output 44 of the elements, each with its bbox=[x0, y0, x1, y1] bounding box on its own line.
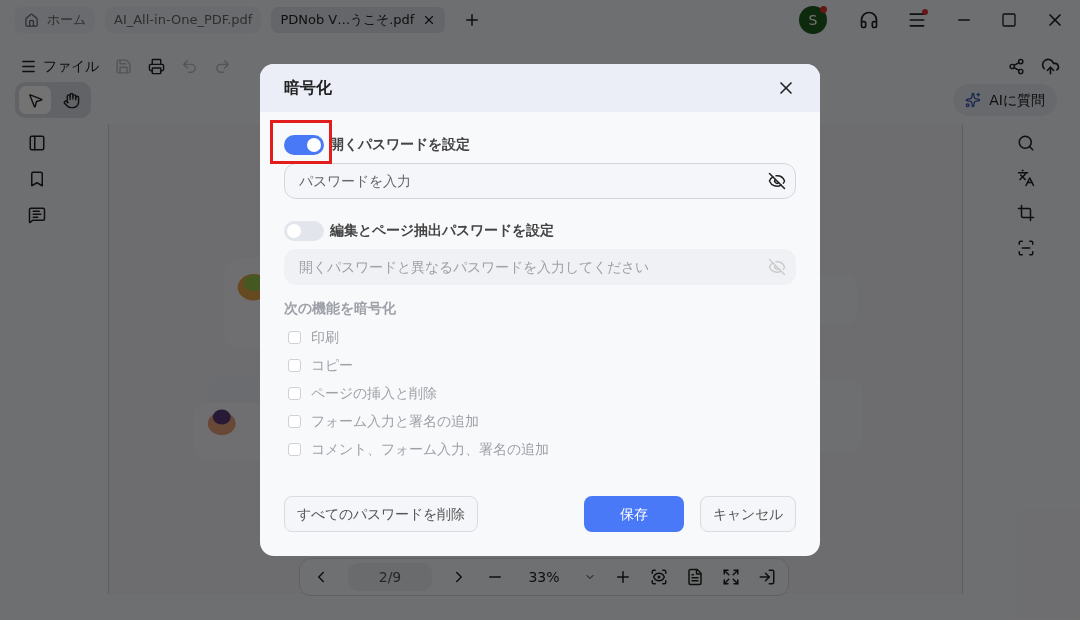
upload-icon[interactable] bbox=[1041, 56, 1060, 76]
secondary-button[interactable]: すべてのパスワードを削除 bbox=[284, 496, 478, 532]
exit-icon[interactable] bbox=[758, 568, 776, 586]
document-tab[interactable]: PDNob V…うこそ.pdf bbox=[271, 7, 446, 33]
crop-icon[interactable] bbox=[1016, 204, 1035, 222]
section-title: 次の機能を暗号化 bbox=[284, 299, 397, 318]
password-field[interactable]: パスワードを入力 bbox=[284, 163, 796, 199]
bookmark-icon[interactable] bbox=[28, 170, 46, 188]
zoom-in-icon[interactable] bbox=[614, 568, 632, 586]
save-button[interactable]: 保存 bbox=[584, 496, 684, 532]
checkbox-label: ページの挿入と削除 bbox=[311, 383, 437, 403]
thumbnails-icon[interactable] bbox=[28, 134, 46, 152]
maximize-icon[interactable] bbox=[1001, 12, 1017, 28]
checkbox-label: フォーム入力と署名の追加 bbox=[311, 411, 479, 431]
menu-icon[interactable] bbox=[907, 10, 927, 30]
fullscreen-icon[interactable] bbox=[722, 568, 740, 586]
home-icon bbox=[24, 12, 39, 28]
search-icon[interactable] bbox=[1016, 134, 1035, 152]
pointer-icon bbox=[26, 91, 44, 109]
toggle-label: 編集とページ抽出パスワードを設定 bbox=[330, 221, 554, 240]
print-icon[interactable] bbox=[148, 57, 165, 75]
document-tab[interactable]: AI_All-in-One_PDF.pdf bbox=[105, 7, 262, 33]
sparkle-icon bbox=[965, 92, 982, 108]
checkbox-label: コメント、フォーム入力、署名の追加 bbox=[311, 439, 549, 459]
secondary-button[interactable]: キャンセル bbox=[700, 496, 796, 532]
file-menu[interactable]: ファイル bbox=[20, 55, 99, 77]
dialog-title: 暗号化 bbox=[284, 77, 332, 99]
page-number-field[interactable]: 2/9 bbox=[348, 563, 432, 591]
share-icon[interactable] bbox=[1008, 57, 1025, 75]
checkbox-label: 印刷 bbox=[311, 327, 339, 347]
checkbox-label: コピー bbox=[311, 355, 353, 375]
translate-icon[interactable] bbox=[1016, 169, 1035, 187]
toggle-switch[interactable] bbox=[284, 220, 324, 241]
screenshot-icon[interactable] bbox=[1016, 239, 1035, 257]
toggle-switch[interactable] bbox=[284, 134, 324, 155]
support-icon[interactable] bbox=[859, 10, 879, 30]
select-tool-button[interactable] bbox=[19, 86, 51, 114]
zoom-level[interactable]: 33% bbox=[522, 566, 566, 588]
page-layout-icon[interactable] bbox=[686, 568, 704, 586]
account-avatar[interactable]: S bbox=[799, 6, 827, 34]
view-mode-icon[interactable] bbox=[650, 568, 668, 586]
comment-icon[interactable] bbox=[28, 206, 46, 224]
ai-ask-button[interactable]: AIに質問 bbox=[953, 84, 1057, 116]
hand-icon bbox=[62, 91, 80, 109]
